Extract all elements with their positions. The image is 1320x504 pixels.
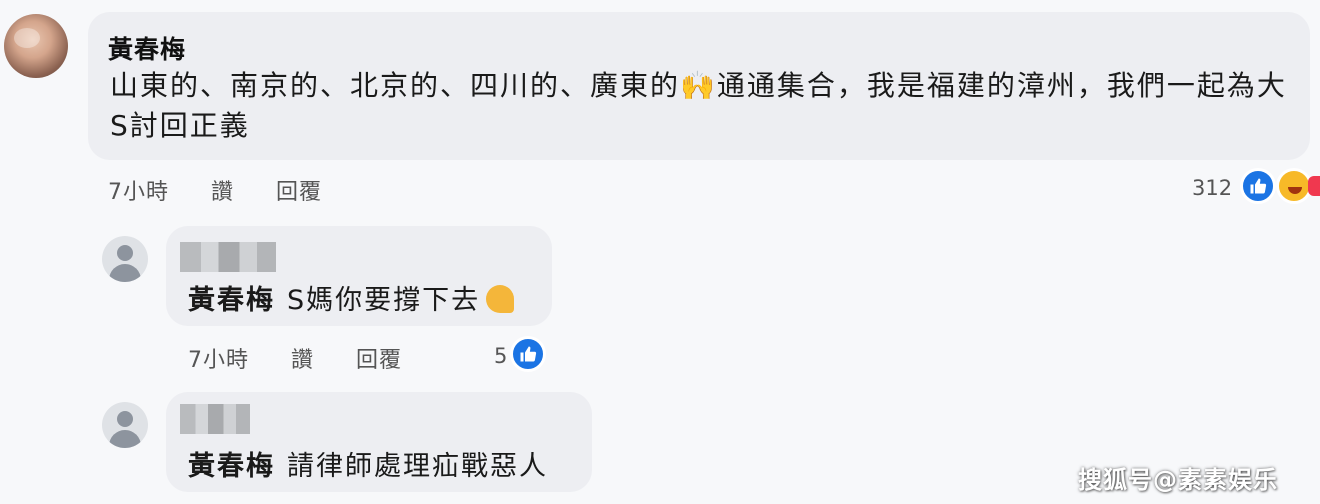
mention-tag[interactable]: 黃春梅: [188, 451, 275, 482]
comment-actions: 7小時 讚 回覆: [108, 174, 356, 206]
comment-time[interactable]: 7小時: [108, 174, 169, 206]
like-button[interactable]: 讚: [211, 174, 234, 206]
reply-text: 黃春梅 S媽你要撐下去: [188, 278, 515, 317]
reply-time[interactable]: 7小時: [188, 342, 249, 374]
like-icon: [510, 336, 546, 372]
redacted-author-name: [180, 242, 276, 272]
reply-message: 請律師處理疝戰惡人: [287, 451, 548, 482]
reply-text: 黃春梅 請律師處理疝戰惡人: [188, 444, 548, 483]
reply-message: S媽你要撐下去: [287, 285, 481, 316]
reply-actions: 7小時 讚 回覆: [188, 342, 436, 374]
reply-reply-button[interactable]: 回覆: [356, 342, 402, 374]
reply-avatar[interactable]: [102, 236, 148, 282]
reply-button[interactable]: 回覆: [276, 174, 322, 206]
muscle-emoji-icon: [486, 285, 515, 313]
watermark: 搜狐号@素素娱乐: [1078, 466, 1278, 494]
reply-reaction-count[interactable]: 5: [494, 344, 507, 368]
heart-icon: [1308, 176, 1320, 196]
reply-avatar[interactable]: [102, 402, 148, 448]
reply-like-button[interactable]: 讚: [291, 342, 314, 374]
mention-tag[interactable]: 黃春梅: [188, 285, 275, 316]
comment-author[interactable]: 黃春梅: [108, 30, 186, 66]
like-icon: [1240, 168, 1276, 204]
commenter-avatar[interactable]: [4, 14, 68, 78]
redacted-author-name: [180, 404, 250, 434]
haha-icon: [1276, 168, 1312, 204]
comment-thread: 黃春梅 山東的、南京的、北京的、四川的、廣東的🙌通通集合，我是福建的漳州，我們一…: [0, 0, 1320, 504]
reaction-count[interactable]: 312: [1192, 176, 1232, 200]
comment-text: 山東的、南京的、北京的、四川的、廣東的🙌通通集合，我是福建的漳州，我們一起為大S…: [110, 69, 1287, 142]
